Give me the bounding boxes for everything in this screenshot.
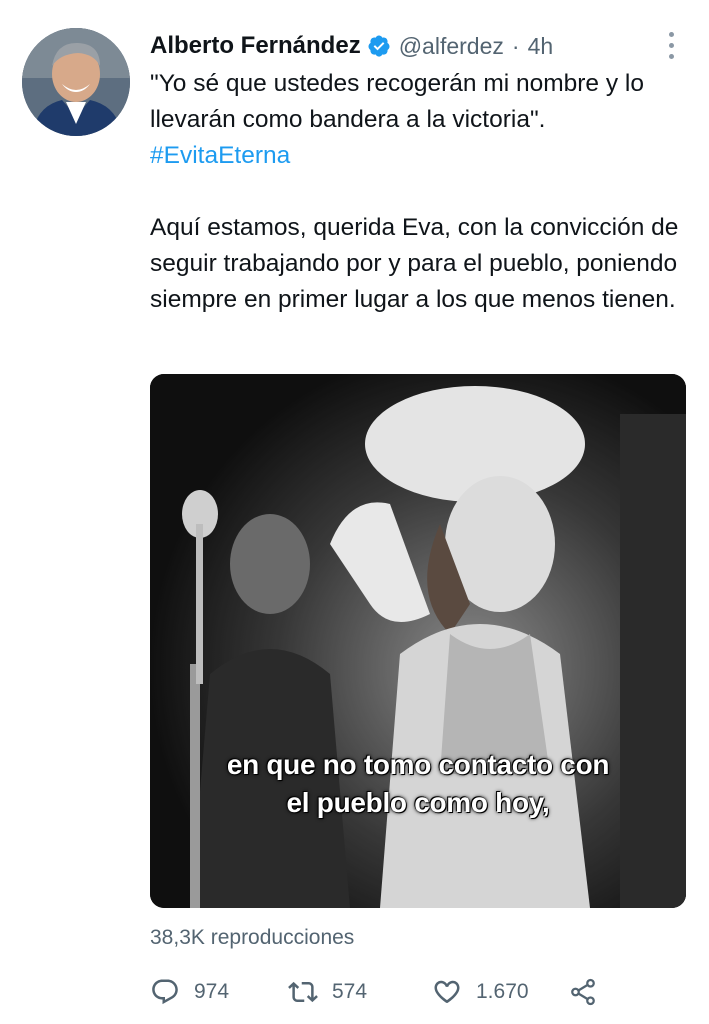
- share-button[interactable]: [568, 968, 612, 1016]
- video-player[interactable]: en que no tomo contacto con el pueblo co…: [150, 374, 686, 908]
- tweet-paragraph: Aquí estamos, querida Eva, con la convic…: [150, 214, 679, 313]
- subtitle-line-1: en que no tomo contacto con: [226, 749, 610, 780]
- tweet-text: "Yo sé que ustedes recogerán mi nombre y…: [150, 66, 695, 318]
- tweet-quote: "Yo sé que ustedes recogerán mi nombre y…: [150, 70, 644, 133]
- hashtag-link[interactable]: #EvitaEterna: [150, 138, 695, 174]
- like-count: 1.670: [476, 980, 529, 1003]
- video-subtitle: en que no tomo contacto con el pueblo co…: [150, 746, 686, 822]
- more-icon[interactable]: [667, 32, 675, 62]
- retweet-button[interactable]: 574: [288, 968, 367, 1016]
- retweet-icon: [288, 981, 318, 1003]
- like-icon: [434, 980, 460, 1003]
- separator-dot: ·: [511, 32, 520, 59]
- video-frame: [150, 374, 686, 908]
- avatar[interactable]: [22, 28, 130, 136]
- verified-badge-icon: [368, 35, 390, 57]
- reply-icon: [152, 979, 178, 1005]
- user-handle[interactable]: @alferdez: [399, 33, 504, 60]
- avatar-image: [22, 28, 130, 136]
- tweet-header: Alberto Fernández @alferdez · 4h: [150, 28, 689, 64]
- display-name[interactable]: Alberto Fernández: [150, 32, 361, 60]
- reply-count: 974: [194, 980, 230, 1003]
- tweet[interactable]: Alberto Fernández @alferdez · 4h "Yo sé …: [0, 0, 709, 1024]
- view-count: 38,3K reproducciones: [150, 926, 355, 949]
- action-bar: 974 574 1.670: [150, 968, 620, 1016]
- reply-button[interactable]: 974: [150, 968, 229, 1016]
- share-icon: [571, 978, 595, 1006]
- subtitle-line-2: el pueblo como hoy,: [286, 787, 550, 818]
- like-button[interactable]: 1.670: [432, 968, 529, 1016]
- retweet-count: 574: [332, 980, 368, 1003]
- timestamp[interactable]: 4h: [528, 33, 554, 60]
